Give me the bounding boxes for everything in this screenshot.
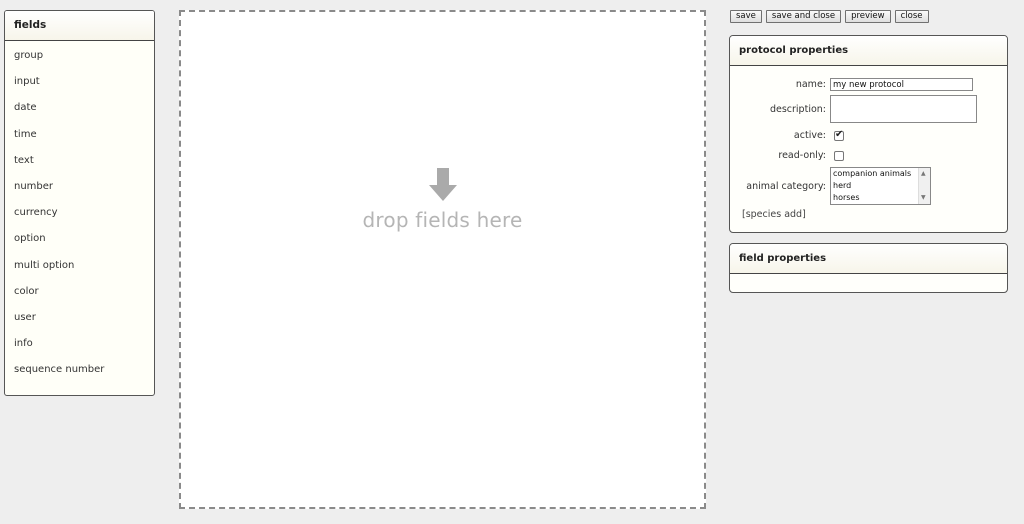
animal-category-label: animal category: bbox=[746, 181, 826, 192]
field-item-number[interactable]: number bbox=[5, 174, 154, 200]
preview-button[interactable]: preview bbox=[845, 10, 891, 23]
description-textarea[interactable] bbox=[830, 95, 977, 123]
description-label: description: bbox=[769, 104, 826, 115]
protocol-properties-body: name: description: active: ✔ read-only: … bbox=[730, 66, 1007, 232]
checkmark-icon: ✔ bbox=[835, 129, 844, 140]
active-checkbox[interactable]: ✔ bbox=[834, 129, 844, 141]
animal-category-option-horses[interactable]: horses bbox=[831, 192, 930, 204]
field-item-sequence-number[interactable]: sequence number bbox=[5, 357, 154, 383]
read-only-label: read-only: bbox=[778, 150, 826, 161]
field-properties-panel: field properties bbox=[729, 243, 1008, 293]
fields-panel: fields group input date time text number… bbox=[4, 10, 155, 396]
field-item-color[interactable]: color bbox=[5, 279, 154, 305]
protocol-properties-panel: protocol properties name: description: a… bbox=[729, 35, 1008, 233]
animal-category-option-companion-animals[interactable]: companion animals bbox=[831, 168, 930, 180]
field-item-text[interactable]: text bbox=[5, 148, 154, 174]
field-item-group[interactable]: group bbox=[5, 43, 154, 69]
arrow-down-icon bbox=[428, 168, 457, 201]
field-item-date[interactable]: date bbox=[5, 95, 154, 121]
drop-hint: drop fields here bbox=[181, 168, 704, 232]
scroll-up-icon[interactable]: ▲ bbox=[921, 170, 926, 178]
protocol-editor: fields group input date time text number… bbox=[0, 0, 1024, 524]
scroll-down-icon[interactable]: ▼ bbox=[921, 194, 926, 202]
field-properties-title: field properties bbox=[730, 244, 1007, 274]
drop-zone[interactable]: drop fields here bbox=[179, 10, 706, 509]
animal-category-listbox[interactable]: companion animals herd horses ▲ ▼ bbox=[830, 167, 931, 205]
drop-hint-text: drop fields here bbox=[362, 208, 523, 232]
name-label: name: bbox=[795, 79, 826, 90]
field-item-currency[interactable]: currency bbox=[5, 200, 154, 226]
field-item-time[interactable]: time bbox=[5, 122, 154, 148]
field-item-multi-option[interactable]: multi option bbox=[5, 253, 154, 279]
toolbar: save save and close preview close bbox=[730, 10, 929, 23]
name-input[interactable] bbox=[830, 78, 973, 91]
listbox-scrollbar[interactable]: ▲ ▼ bbox=[918, 168, 930, 204]
protocol-properties-title: protocol properties bbox=[730, 36, 1007, 66]
read-only-checkbox[interactable] bbox=[834, 151, 844, 161]
species-add-link[interactable]: [species add] bbox=[742, 209, 806, 220]
field-item-input[interactable]: input bbox=[5, 69, 154, 95]
animal-category-option-herd[interactable]: herd bbox=[831, 180, 930, 192]
active-label: active: bbox=[793, 130, 826, 141]
save-and-close-button[interactable]: save and close bbox=[765, 10, 842, 23]
close-button[interactable]: close bbox=[894, 10, 929, 23]
field-item-option[interactable]: option bbox=[5, 226, 154, 252]
save-button[interactable]: save bbox=[730, 10, 762, 23]
field-list: group input date time text number curren… bbox=[5, 43, 154, 383]
field-item-info[interactable]: info bbox=[5, 331, 154, 357]
field-item-user[interactable]: user bbox=[5, 305, 154, 331]
fields-panel-title: fields bbox=[5, 11, 154, 41]
